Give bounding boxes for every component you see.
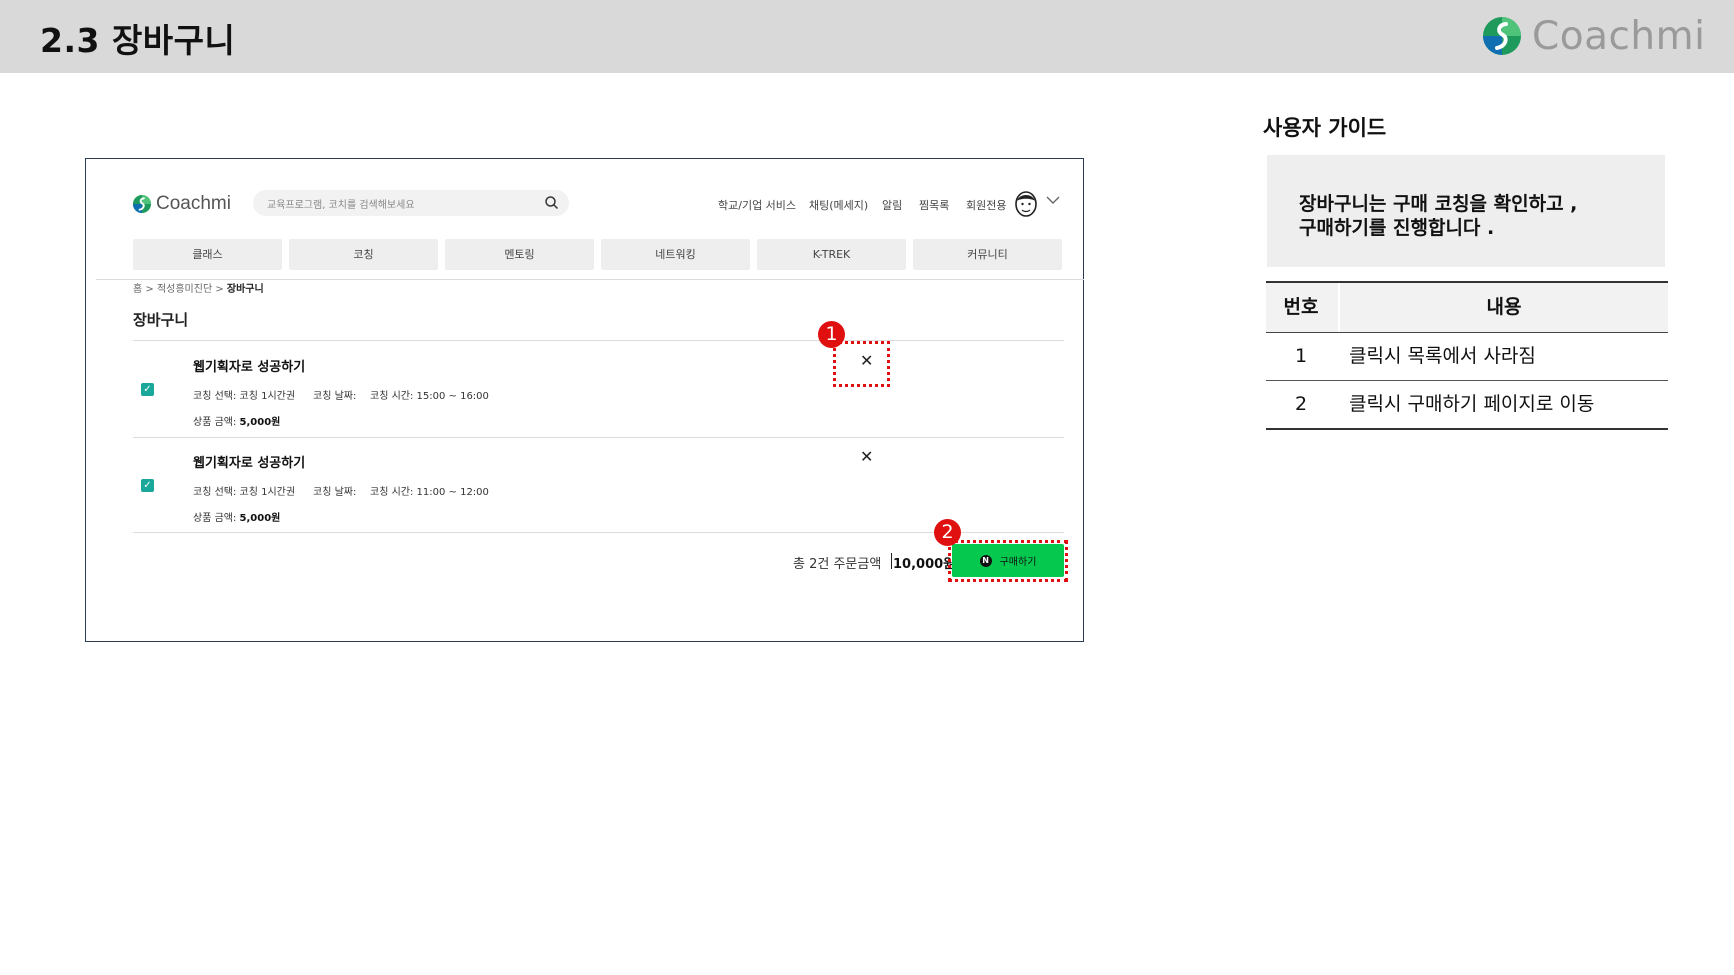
slide-title: 2.3 장바구니 bbox=[40, 21, 236, 60]
guide-description-line: 장바구니는 구매 코칭을 확인하고 , bbox=[1299, 193, 1578, 215]
item-divider bbox=[133, 532, 1064, 533]
guide-table-row: 2 클릭시 구매하기 페이지로 이동 bbox=[1266, 381, 1668, 430]
row-content: 클릭시 구매하기 페이지로 이동 bbox=[1349, 393, 1595, 415]
nav-chat[interactable]: 채팅(메세지) bbox=[809, 197, 868, 213]
cart-page-mockup: Coachmi 교육프로그램, 코치를 검색해보세요 학교/기업 서비스 채팅(… bbox=[85, 158, 1084, 642]
breadcrumb-current: 장바구니 bbox=[226, 284, 264, 295]
total-label: 총 2건 주문금액 bbox=[793, 557, 882, 572]
item-price: 상품 금액: 5,000원 bbox=[193, 413, 280, 428]
nav-school-business[interactable]: 학교/기업 서비스 bbox=[718, 197, 796, 213]
category-coaching[interactable]: 코칭 bbox=[289, 239, 438, 270]
header-content: 내용 bbox=[1486, 296, 1522, 318]
guide-description-box: 장바구니는 구매 코칭을 확인하고 , 구매하기를 진행합니다 . bbox=[1267, 155, 1665, 267]
item-price-label: 상품 금액: bbox=[193, 417, 237, 428]
guide-title: 사용자 가이드 bbox=[1263, 116, 1387, 140]
remove-item-icon[interactable]: ✕ bbox=[860, 449, 873, 465]
item-coaching-time: 코칭 시간: 15:00 ~ 16:00 bbox=[370, 391, 489, 402]
brand-name: Coachmi bbox=[1532, 13, 1706, 59]
item-coaching-select: 코칭 선택: 코칭 1시간권 bbox=[193, 487, 296, 498]
marker-2: 2 bbox=[934, 519, 961, 546]
item-divider bbox=[133, 437, 1064, 438]
cart-heading: 장바구니 bbox=[133, 311, 189, 329]
cart-divider bbox=[133, 340, 1064, 341]
item-price-value: 5,000원 bbox=[239, 513, 281, 524]
search-input[interactable]: 교육프로그램, 코치를 검색해보세요 bbox=[253, 190, 569, 216]
nav-members[interactable]: 회원전용 bbox=[966, 197, 1006, 213]
header-number: 번호 bbox=[1283, 296, 1319, 318]
brand-logo: Coachmi bbox=[1482, 11, 1705, 61]
breadcrumb: 홈 > 적성흥미진단 > 장바구니 bbox=[133, 280, 264, 295]
item-checkbox[interactable]: ✓ bbox=[141, 383, 154, 396]
row-number: 1 bbox=[1294, 345, 1308, 367]
nav-notifications[interactable]: 알림 bbox=[882, 197, 902, 213]
breadcrumb-middle[interactable]: 적성흥미진단 bbox=[157, 284, 212, 295]
highlight-remove-button bbox=[833, 341, 890, 387]
category-class[interactable]: 클래스 bbox=[133, 239, 282, 270]
item-checkbox[interactable]: ✓ bbox=[141, 479, 154, 492]
search-placeholder: 교육프로그램, 코치를 검색해보세요 bbox=[267, 200, 415, 211]
total-value: 10,000원 bbox=[893, 557, 956, 572]
site-logo[interactable]: Coachmi bbox=[132, 193, 231, 215]
chevron-down-icon[interactable] bbox=[1046, 195, 1060, 205]
breadcrumb-separator-icon: > bbox=[145, 284, 157, 295]
item-coaching-date: 코칭 날짜: bbox=[313, 391, 357, 402]
coachmi-logo-icon bbox=[132, 194, 152, 214]
row-content: 클릭시 목록에서 사라짐 bbox=[1349, 345, 1536, 367]
category-mentoring[interactable]: 멘토링 bbox=[445, 239, 594, 270]
marker-1: 1 bbox=[818, 321, 845, 348]
item-coaching-time: 코칭 시간: 11:00 ~ 12:00 bbox=[370, 487, 489, 498]
category-ktrek[interactable]: K-TREK bbox=[757, 239, 906, 270]
breadcrumb-home[interactable]: 홈 bbox=[133, 284, 142, 295]
breadcrumb-separator-icon: > bbox=[215, 284, 227, 295]
category-networking[interactable]: 네트워킹 bbox=[601, 239, 750, 270]
guide-table-row: 1 클릭시 목록에서 사라짐 bbox=[1266, 333, 1668, 381]
item-title: 웹기획자로 성공하기 bbox=[193, 456, 306, 471]
item-coaching-date: 코칭 날짜: bbox=[313, 487, 357, 498]
text-cursor bbox=[891, 553, 892, 569]
nav-wishlist[interactable]: 찜목록 bbox=[919, 197, 949, 213]
highlight-buy-button bbox=[948, 540, 1068, 582]
item-title: 웹기획자로 성공하기 bbox=[193, 360, 306, 375]
guide-table-header: 번호 내용 bbox=[1266, 281, 1668, 333]
item-price-value: 5,000원 bbox=[239, 417, 281, 428]
slide-header: 2.3 장바구니 Coachmi bbox=[0, 0, 1734, 73]
site-logo-text: Coachmi bbox=[156, 193, 231, 214]
row-number: 2 bbox=[1294, 393, 1308, 415]
avatar[interactable] bbox=[1014, 191, 1038, 217]
coachmi-logo-icon bbox=[1483, 17, 1521, 55]
guide-description-line: 구매하기를 진행합니다 . bbox=[1299, 217, 1495, 239]
search-icon[interactable] bbox=[544, 195, 559, 210]
item-price: 상품 금액: 5,000원 bbox=[193, 509, 280, 524]
guide-table: 번호 내용 1 클릭시 목록에서 사라짐 2 클릭시 구매하기 페이지로 이동 bbox=[1266, 281, 1668, 430]
item-price-label: 상품 금액: bbox=[193, 513, 237, 524]
item-coaching-select: 코칭 선택: 코칭 1시간권 bbox=[193, 391, 296, 402]
category-community[interactable]: 커뮤니티 bbox=[913, 239, 1062, 270]
